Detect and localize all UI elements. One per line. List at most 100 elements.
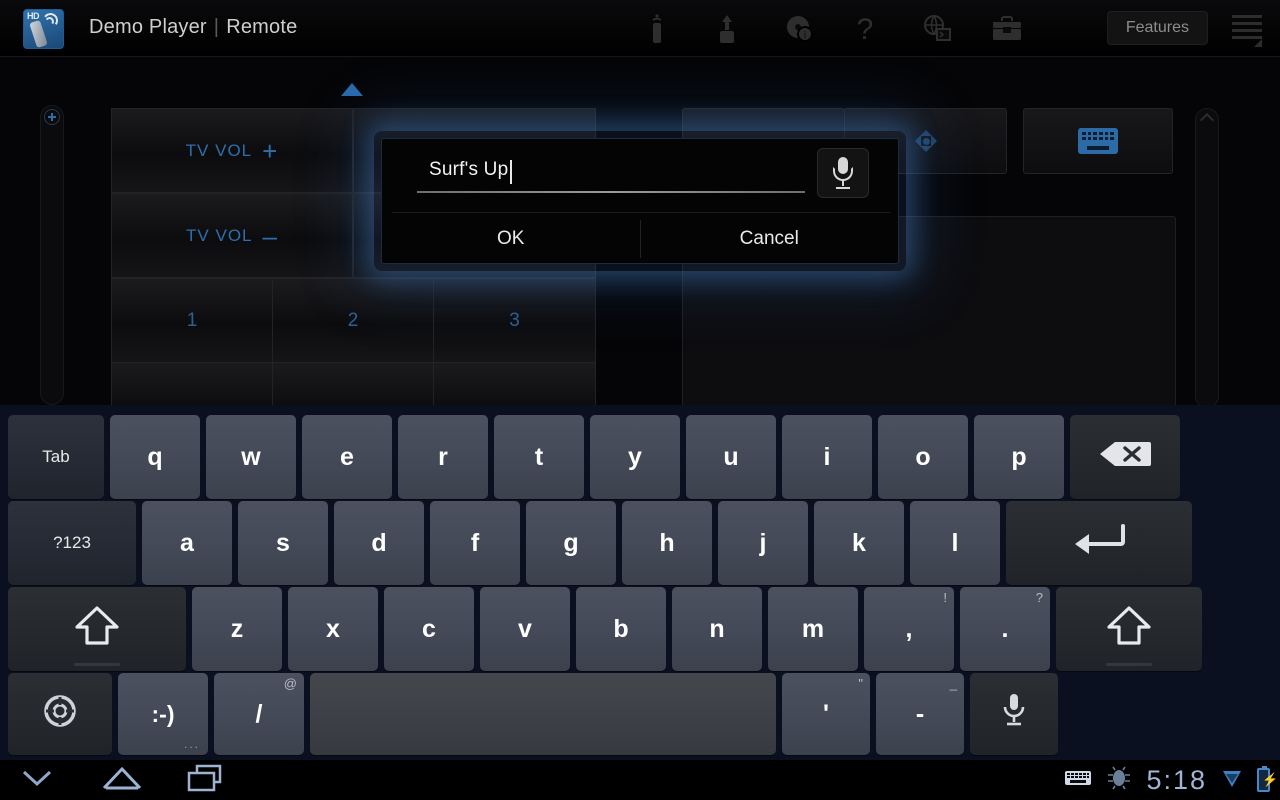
key-l[interactable]: l xyxy=(910,501,1000,585)
key-label: , xyxy=(905,614,913,643)
key-hyphen[interactable]: - _ xyxy=(876,673,964,755)
ok-button[interactable]: OK xyxy=(382,213,640,265)
text-input-underline xyxy=(417,191,805,193)
remote-button-tv-vol-down[interactable]: TV VOL – xyxy=(111,193,353,278)
key-v[interactable]: v xyxy=(480,587,570,671)
key-emoticon[interactable]: :-)... xyxy=(118,673,208,755)
key-p[interactable]: p xyxy=(974,415,1064,499)
button-symbol: + xyxy=(262,135,279,166)
right-tile-keyboard[interactable] xyxy=(1023,108,1173,174)
key-j[interactable]: j xyxy=(718,501,808,585)
key-label: s xyxy=(276,528,290,557)
remote-button-5[interactable] xyxy=(272,362,434,405)
key-t[interactable]: t xyxy=(494,415,584,499)
key-alt-hint: @ xyxy=(283,676,297,691)
key-label: o xyxy=(915,442,931,471)
key-b[interactable]: b xyxy=(576,587,666,671)
key-w[interactable]: w xyxy=(206,415,296,499)
key-q[interactable]: q xyxy=(110,415,200,499)
remote-button-tv-vol-up[interactable]: TV VOL + xyxy=(111,108,353,193)
keyboard-icon xyxy=(1078,128,1118,154)
key-z[interactable]: z xyxy=(192,587,282,671)
help-question-icon[interactable]: ? xyxy=(848,12,882,46)
key-x[interactable]: x xyxy=(288,587,378,671)
key-mic[interactable] xyxy=(970,673,1058,755)
key-r[interactable]: r xyxy=(398,415,488,499)
key-i[interactable]: i xyxy=(782,415,872,499)
key-enter[interactable] xyxy=(1006,501,1192,585)
battery-charging-icon: ⚡ xyxy=(1257,766,1278,792)
key-h[interactable]: h xyxy=(622,501,712,585)
key-label: p xyxy=(1011,442,1027,471)
web-console-icon[interactable] xyxy=(920,12,954,46)
key-g[interactable]: g xyxy=(526,501,616,585)
cancel-button[interactable]: Cancel xyxy=(641,213,899,265)
key-period[interactable]: .? xyxy=(960,587,1050,671)
hide-keyboard-chevron-icon[interactable] xyxy=(14,765,60,796)
key-slash[interactable]: / @ xyxy=(214,673,304,755)
remote-button-2[interactable]: 2 xyxy=(272,278,434,363)
key-123[interactable]: ?123 xyxy=(8,501,136,585)
hamburger-line xyxy=(1232,22,1262,25)
upload-box-icon[interactable] xyxy=(710,12,744,46)
right-rail[interactable] xyxy=(1195,108,1219,405)
key-label: ' xyxy=(823,699,829,728)
key-m[interactable]: m xyxy=(768,587,858,671)
key-e[interactable]: e xyxy=(302,415,392,499)
key-a[interactable]: a xyxy=(142,501,232,585)
key-f[interactable]: f xyxy=(430,501,520,585)
key-Tab[interactable]: Tab xyxy=(8,415,104,499)
key-o[interactable]: o xyxy=(878,415,968,499)
key-y[interactable]: y xyxy=(590,415,680,499)
app-name-label: Demo Player xyxy=(89,16,207,38)
chevron-up-icon[interactable] xyxy=(1199,112,1215,128)
key-comma[interactable]: ,! xyxy=(864,587,954,671)
text-input-value: Surf's Up xyxy=(429,159,509,180)
key-label: g xyxy=(563,528,579,557)
key-c[interactable]: c xyxy=(384,587,474,671)
app-bar: HD Demo Player | Remote i ? Features xyxy=(0,0,1280,57)
text-input-field[interactable]: Surf's Up xyxy=(417,155,805,193)
key-n[interactable]: n xyxy=(672,587,762,671)
key-s[interactable]: s xyxy=(238,501,328,585)
key-shift[interactable] xyxy=(1056,587,1202,671)
key-d[interactable]: d xyxy=(334,501,424,585)
hamburger-line xyxy=(1232,15,1262,18)
key-label: j xyxy=(759,528,767,557)
key-k[interactable]: k xyxy=(814,501,904,585)
key-u[interactable]: u xyxy=(686,415,776,499)
hamburger-menu-icon[interactable] xyxy=(1232,15,1262,47)
wifi-icon xyxy=(1221,766,1243,795)
key-label: f xyxy=(470,528,480,557)
key-label: b xyxy=(613,614,629,643)
key-settings[interactable] xyxy=(8,673,112,755)
key-label: y xyxy=(628,442,642,471)
dialog-microphone-button[interactable] xyxy=(817,148,869,198)
scroll-up-triangle-icon[interactable] xyxy=(341,83,363,96)
text-caret xyxy=(510,160,512,184)
keyboard-row-1: Tab q w e r t y u i o p xyxy=(0,415,1280,499)
recent-apps-icon[interactable] xyxy=(184,763,230,798)
home-icon[interactable] xyxy=(98,764,146,797)
button-label: TV VOL xyxy=(186,225,253,245)
remote-button-6[interactable] xyxy=(433,362,596,405)
info-disc-icon[interactable]: i xyxy=(783,12,817,46)
add-plus-icon[interactable] xyxy=(44,109,60,125)
remote-button-4[interactable] xyxy=(111,362,273,405)
remote-button-3[interactable]: 3 xyxy=(433,278,596,363)
key-label: z xyxy=(230,614,244,643)
left-rail[interactable] xyxy=(40,105,64,405)
key-shift[interactable] xyxy=(8,587,186,671)
key-space[interactable] xyxy=(310,673,776,755)
toolbox-icon[interactable] xyxy=(990,12,1024,46)
remote-signal-icon[interactable] xyxy=(640,12,674,46)
system-nav-left xyxy=(14,760,230,800)
features-button[interactable]: Features xyxy=(1106,11,1208,45)
key-label: ?123 xyxy=(53,533,91,552)
keyboard-status-icon[interactable] xyxy=(1064,768,1092,793)
remote-button-1[interactable]: 1 xyxy=(111,278,273,363)
key-backspace[interactable] xyxy=(1070,415,1180,499)
key-label: m xyxy=(801,614,825,643)
key-apostrophe[interactable]: ' " xyxy=(782,673,870,755)
shift-icon xyxy=(1105,605,1153,654)
